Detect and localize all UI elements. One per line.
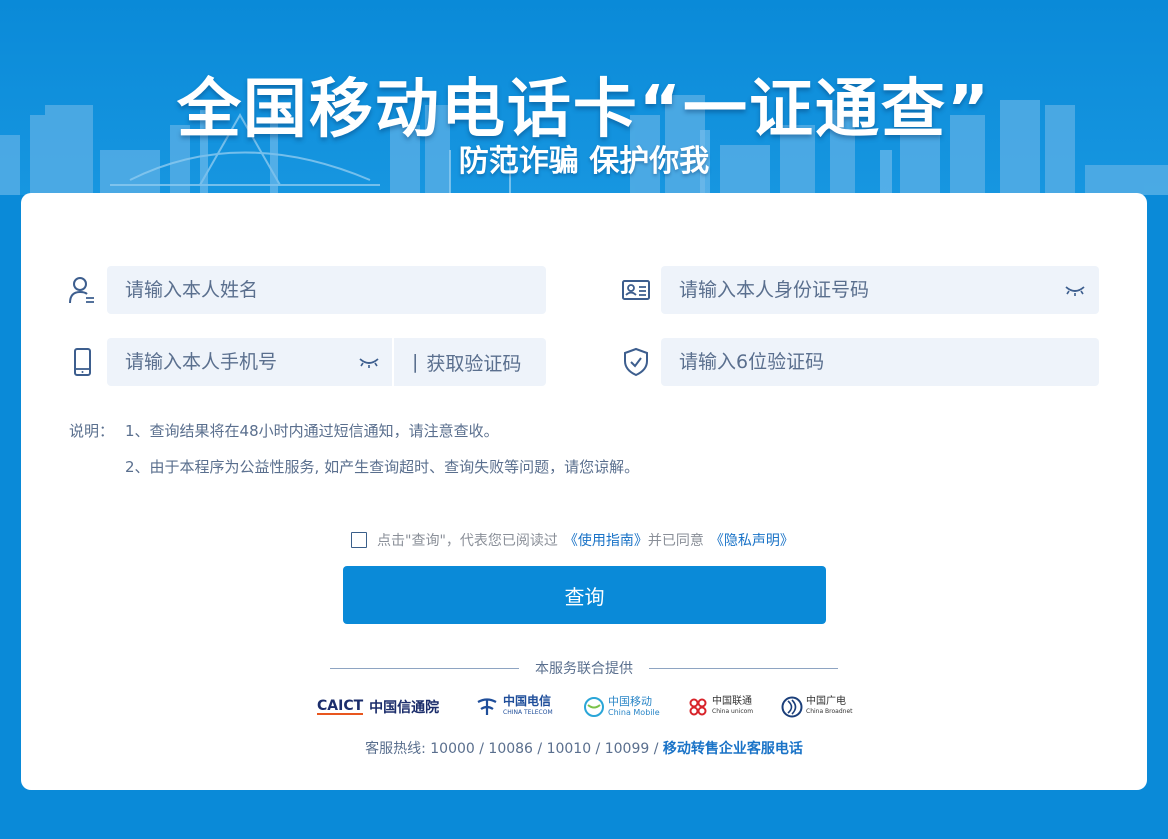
china-mobile-logo: 中国移动 China Mobile — [583, 693, 660, 721]
query-form-card: | 获取验证码 说明： 1、查询结果将在48小时内通过短信通知，请注意查收。 2… — [21, 193, 1147, 790]
query-button[interactable]: 查询 — [343, 566, 826, 624]
china-mobile-icon — [584, 697, 604, 717]
verification-code-input[interactable] — [661, 338, 1099, 386]
notes-label: 说明： — [69, 422, 115, 440]
china-broadnet-icon — [781, 696, 803, 718]
caict-logo-mark: CAICT — [317, 698, 364, 715]
caict-logo: CAICT 中国信通院 — [317, 693, 439, 721]
china-telecom-sub: CHINA TELECOM — [503, 709, 553, 716]
customer-service-hotline: 客服热线: 10000 / 10086 / 10010 / 10099 / 移动… — [21, 738, 1147, 758]
user-icon — [69, 277, 94, 304]
phone-input[interactable] — [107, 338, 392, 386]
provided-by-label: 本服务联合提供 — [535, 661, 633, 677]
agreement-middle: 并已同意 — [647, 533, 704, 549]
agreement-checkbox[interactable] — [351, 532, 367, 548]
mvno-hotline-link[interactable]: 移动转售企业客服电话 — [663, 741, 803, 757]
provider-logos: CAICT 中国信通院 中国电信 CHINA TELECOM 中国移动 Chin… — [317, 693, 857, 723]
china-mobile-name: 中国移动 — [608, 695, 652, 708]
eye-closed-icon[interactable] — [1064, 283, 1086, 297]
agreement-row: 点击"查询"，代表您已阅读过 《使用指南》 并已同意 《隐私声明》 — [351, 530, 794, 550]
id-number-input[interactable] — [661, 266, 1099, 314]
note-item: 2、由于本程序为公益性服务, 如产生查询超时、查询失败等问题，请您谅解。 — [125, 458, 640, 476]
note-item: 1、查询结果将在48小时内通过短信通知，请注意查收。 — [125, 422, 499, 440]
id-card-icon — [622, 280, 650, 300]
divider-line — [330, 667, 519, 669]
shield-check-icon — [624, 347, 648, 377]
china-unicom-icon — [689, 698, 707, 716]
china-mobile-sub: China Mobile — [608, 708, 660, 717]
hotline-numbers: 客服热线: 10000 / 10086 / 10010 / 10099 / — [365, 741, 659, 757]
divider-line — [649, 667, 838, 669]
china-unicom-name: 中国联通 — [712, 696, 752, 707]
china-broadnet-sub: China Broadnet — [806, 708, 853, 715]
hero-banner: 全国移动电话卡“一证通查” 防范诈骗 保护你我 — [0, 0, 1168, 195]
provided-by-divider: 本服务联合提供 — [330, 658, 838, 678]
divider: | — [412, 351, 419, 373]
name-input[interactable] — [107, 266, 546, 314]
china-telecom-name: 中国电信 — [503, 694, 552, 708]
caict-logo-text: 中国信通院 — [369, 700, 440, 716]
china-telecom-icon — [477, 698, 497, 715]
china-telecom-logo: 中国电信 CHINA TELECOM — [475, 693, 553, 721]
page-subtitle: 防范诈骗 保护你我 — [458, 144, 710, 179]
privacy-statement-link[interactable]: 《隐私声明》 — [710, 530, 794, 550]
china-unicom-logo: 中国联通 China unicom — [687, 693, 753, 721]
china-broadnet-name: 中国广电 — [806, 696, 846, 707]
get-code-button[interactable]: | 获取验证码 — [392, 338, 546, 386]
usage-guide-link[interactable]: 《使用指南》 — [564, 530, 648, 550]
china-unicom-sub: China unicom — [712, 708, 754, 715]
get-code-label: 获取验证码 — [426, 352, 522, 375]
eye-closed-icon[interactable] — [358, 355, 380, 369]
agreement-prefix: 点击"查询"，代表您已阅读过 — [377, 533, 558, 549]
china-broadnet-logo: 中国广电 China Broadnet — [781, 693, 853, 721]
mobile-phone-icon — [74, 348, 91, 376]
